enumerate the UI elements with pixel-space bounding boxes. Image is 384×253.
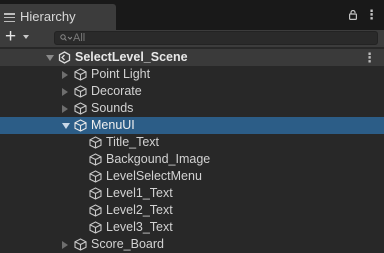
tree-item-label: Backgound_Image xyxy=(106,152,211,166)
foldout-closed-icon[interactable] xyxy=(62,105,68,113)
tree-item-point-light[interactable]: Point Light xyxy=(0,66,384,83)
foldout-open-icon[interactable] xyxy=(62,123,70,129)
tree-item-level1-text[interactable]: Level1_Text xyxy=(0,185,384,202)
gameobject-icon xyxy=(89,136,102,149)
hamburger-icon xyxy=(4,13,15,23)
scene-name: SelectLevel_Scene xyxy=(75,50,188,64)
foldout-closed-icon[interactable] xyxy=(62,241,68,249)
lock-icon[interactable] xyxy=(349,10,357,20)
gameobject-icon xyxy=(74,102,87,115)
chevron-down-icon[interactable] xyxy=(23,35,29,39)
foldout-open-icon[interactable] xyxy=(46,55,54,61)
tree-item-decorate[interactable]: Decorate xyxy=(0,83,384,100)
gameobject-icon xyxy=(74,119,87,132)
search-placeholder: All xyxy=(73,32,86,44)
tree-item-level3-text[interactable]: Level3_Text xyxy=(0,219,384,236)
gameobject-icon xyxy=(89,170,102,183)
tree-item-title-text[interactable]: Title_Text xyxy=(0,134,384,151)
tree-item-label: Level1_Text xyxy=(106,186,173,200)
tab-bar: Hierarchy ⋮ xyxy=(0,0,384,30)
tree-item-backgound-image[interactable]: Backgound_Image xyxy=(0,151,384,168)
search-icon xyxy=(60,34,72,41)
tree-item-label: LevelSelectMenu xyxy=(106,169,202,183)
tree-item-sounds[interactable]: Sounds xyxy=(0,100,384,117)
tab-hierarchy[interactable]: Hierarchy xyxy=(0,4,116,30)
gameobject-icon xyxy=(74,238,87,251)
foldout-closed-icon[interactable] xyxy=(62,88,68,96)
tree-item-label: Level2_Text xyxy=(106,203,173,217)
tree-item-label: Sounds xyxy=(91,101,134,115)
tree-item-score-board[interactable]: Score_Board xyxy=(0,236,384,253)
tree-item-label: MenuUI xyxy=(91,118,135,132)
search-input[interactable]: All xyxy=(54,31,378,45)
scene-menu-icon[interactable]: ⋮ xyxy=(363,50,376,66)
tab-icons: ⋮ xyxy=(349,7,378,23)
gameobject-icon xyxy=(74,68,87,81)
foldout-closed-icon[interactable] xyxy=(62,71,68,79)
tree-item-label: Point Light xyxy=(91,67,151,81)
gameobject-icon xyxy=(89,204,102,217)
tab-title: Hierarchy xyxy=(20,9,76,24)
tree-item-menuui[interactable]: MenuUI xyxy=(0,117,384,134)
tree-item-label: Score_Board xyxy=(91,237,164,251)
tree-item-level-select-menu[interactable]: LevelSelectMenu xyxy=(0,168,384,185)
kebab-icon[interactable]: ⋮ xyxy=(365,7,378,23)
gameobject-icon xyxy=(89,153,102,166)
tree-item-level2-text[interactable]: Level2_Text xyxy=(0,202,384,219)
add-object-button[interactable]: + xyxy=(5,27,16,47)
gameobject-icon xyxy=(89,187,102,200)
tree-item-label: Decorate xyxy=(91,84,142,98)
unity-scene-icon xyxy=(58,51,71,64)
hierarchy-tree: SelectLevel_Scene ⋮ Point Light Decorate… xyxy=(0,47,384,251)
gameobject-icon xyxy=(74,85,87,98)
scene-row[interactable]: SelectLevel_Scene ⋮ xyxy=(0,49,384,66)
hierarchy-toolbar: + All xyxy=(0,27,384,47)
gameobject-icon xyxy=(89,221,102,234)
tree-item-label: Title_Text xyxy=(106,135,160,149)
tree-item-label: Level3_Text xyxy=(106,220,173,234)
